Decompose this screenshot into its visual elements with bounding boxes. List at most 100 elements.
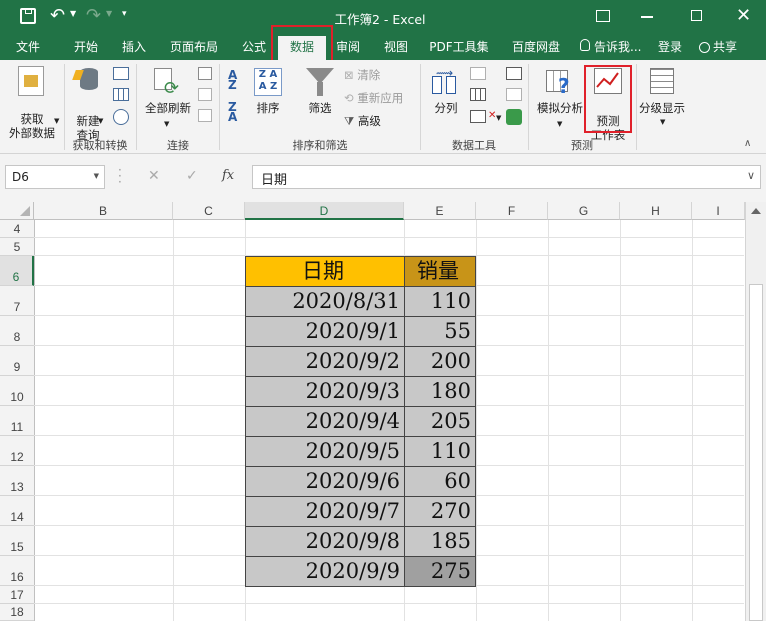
column-header-h[interactable]: H bbox=[620, 202, 692, 220]
new-query-dropdown-icon[interactable]: ▼ bbox=[98, 117, 103, 125]
cell-date[interactable]: 2020/8/31 bbox=[245, 286, 405, 317]
sort-descending-icon[interactable]: ZA bbox=[228, 101, 237, 123]
tab-pdf-tools[interactable]: PDF工具集 bbox=[424, 34, 494, 60]
scroll-thumb[interactable] bbox=[749, 284, 763, 621]
properties-icon[interactable] bbox=[198, 88, 212, 101]
clear-filter-button[interactable]: ⊠ 清除 bbox=[344, 68, 380, 82]
row-header-10[interactable]: 10 bbox=[0, 376, 34, 406]
maximize-icon[interactable] bbox=[691, 10, 702, 21]
recent-sources-icon[interactable] bbox=[113, 109, 129, 125]
redo-icon[interactable]: ↷ bbox=[86, 5, 101, 26]
cell-sales[interactable]: 275 bbox=[404, 556, 476, 587]
sort-button[interactable]: 排序 bbox=[250, 101, 286, 115]
cell-d6-header-date[interactable]: 日期 bbox=[245, 256, 405, 287]
vertical-scrollbar[interactable] bbox=[745, 202, 766, 621]
flash-fill-icon[interactable] bbox=[470, 67, 486, 80]
reapply-button[interactable]: ⟲ 重新应用 bbox=[344, 91, 403, 105]
row-header-7[interactable]: 7 bbox=[0, 286, 34, 316]
remove-duplicates-icon[interactable] bbox=[470, 88, 486, 101]
cell-sales[interactable]: 200 bbox=[404, 346, 476, 377]
what-if-analysis-button[interactable]: 模拟分析 bbox=[532, 101, 588, 115]
formula-input[interactable]: 日期 ∨ bbox=[252, 165, 761, 189]
select-all-corner[interactable] bbox=[0, 202, 34, 220]
column-header-c[interactable]: C bbox=[173, 202, 245, 220]
cell-date[interactable]: 2020/9/2 bbox=[245, 346, 405, 377]
minimize-icon[interactable] bbox=[641, 16, 653, 18]
outline-dropdown-icon[interactable]: ▼ bbox=[660, 118, 665, 126]
row-header-12[interactable]: 12 bbox=[0, 436, 34, 466]
name-box[interactable]: D6 ▼ bbox=[5, 165, 105, 189]
tab-view[interactable]: 视图 bbox=[378, 34, 414, 60]
column-header-e[interactable]: E bbox=[404, 202, 476, 220]
column-header-g[interactable]: G bbox=[548, 202, 620, 220]
filter-button[interactable]: 筛选 bbox=[302, 101, 338, 115]
name-box-dropdown-icon[interactable]: ▼ bbox=[94, 172, 99, 180]
cell-e6-header-sales[interactable]: 销量 bbox=[404, 256, 476, 287]
edit-links-icon[interactable] bbox=[198, 109, 212, 122]
refresh-dropdown-icon[interactable]: ▼ bbox=[164, 120, 169, 128]
cell-date[interactable]: 2020/9/9 bbox=[245, 556, 405, 587]
cell-sales[interactable]: 205 bbox=[404, 406, 476, 437]
row-header-11[interactable]: 11 bbox=[0, 406, 34, 436]
row-header-4[interactable]: 4 bbox=[0, 220, 34, 238]
validation-dropdown-icon[interactable]: ▼ bbox=[496, 114, 501, 122]
row-header-15[interactable]: 15 bbox=[0, 526, 34, 556]
show-queries-icon[interactable] bbox=[113, 67, 129, 80]
what-if-dropdown-icon[interactable]: ▼ bbox=[557, 120, 562, 128]
connections-icon[interactable] bbox=[198, 67, 212, 80]
row-header-17[interactable]: 17 bbox=[0, 586, 34, 604]
ribbon-display-options-icon[interactable] bbox=[596, 10, 610, 22]
cell-sales[interactable]: 270 bbox=[404, 496, 476, 527]
column-header-i[interactable]: I bbox=[692, 202, 745, 220]
advanced-filter-button[interactable]: ⧩ 高级 bbox=[344, 114, 381, 128]
enter-icon[interactable]: ✓ bbox=[186, 168, 198, 184]
close-icon[interactable]: ✕ bbox=[736, 5, 751, 26]
cell-date[interactable]: 2020/9/6 bbox=[245, 466, 405, 497]
cell-sales[interactable]: 55 bbox=[404, 316, 476, 347]
cell-date[interactable]: 2020/9/7 bbox=[245, 496, 405, 527]
undo-dropdown-icon[interactable]: ▼ bbox=[70, 9, 76, 18]
outline-button[interactable]: 分级显示 bbox=[634, 101, 690, 115]
tab-baidu-netdisk[interactable]: 百度网盘 bbox=[504, 34, 568, 60]
cancel-icon[interactable]: ✕ bbox=[148, 168, 160, 184]
row-header-5[interactable]: 5 bbox=[0, 238, 34, 256]
collapse-ribbon-icon[interactable]: ∧ bbox=[744, 138, 751, 149]
refresh-all-button[interactable]: 全部刷新 bbox=[140, 101, 196, 115]
cell-date[interactable]: 2020/9/1 bbox=[245, 316, 405, 347]
row-header-13[interactable]: 13 bbox=[0, 466, 34, 496]
redo-dropdown-icon[interactable]: ▼ bbox=[106, 9, 112, 18]
tab-insert[interactable]: 插入 bbox=[112, 34, 156, 60]
cell-date[interactable]: 2020/9/5 bbox=[245, 436, 405, 467]
row-header-9[interactable]: 9 bbox=[0, 346, 34, 376]
data-model-icon[interactable] bbox=[506, 109, 522, 125]
relationships-icon[interactable] bbox=[506, 88, 522, 101]
column-header-d[interactable]: D bbox=[245, 202, 404, 220]
login-link[interactable]: 登录 bbox=[654, 34, 686, 60]
get-external-data-button[interactable]: 获取 外部数据 bbox=[2, 98, 62, 140]
cell-sales[interactable]: 110 bbox=[404, 286, 476, 317]
tell-me-search[interactable]: 告诉我... bbox=[594, 34, 650, 60]
cell-date[interactable]: 2020/9/3 bbox=[245, 376, 405, 407]
get-external-dropdown-icon[interactable]: ▼ bbox=[54, 117, 59, 125]
cell-date[interactable]: 2020/9/8 bbox=[245, 526, 405, 557]
cell-sales[interactable]: 185 bbox=[404, 526, 476, 557]
sort-ascending-icon[interactable]: AZ bbox=[228, 69, 237, 91]
row-header-8[interactable]: 8 bbox=[0, 316, 34, 346]
cell-sales[interactable]: 60 bbox=[404, 466, 476, 497]
row-header-14[interactable]: 14 bbox=[0, 496, 34, 526]
formula-bar-grip-icon[interactable]: · · · bbox=[118, 164, 122, 188]
tab-review[interactable]: 审阅 bbox=[330, 34, 366, 60]
cell-sales[interactable]: 180 bbox=[404, 376, 476, 407]
expand-formula-bar-icon[interactable]: ∨ bbox=[747, 169, 755, 182]
cell-sales[interactable]: 110 bbox=[404, 436, 476, 467]
data-validation-icon[interactable] bbox=[470, 110, 486, 123]
column-header-f[interactable]: F bbox=[476, 202, 548, 220]
save-icon[interactable] bbox=[20, 8, 36, 24]
text-to-columns-button[interactable]: 分列 bbox=[428, 101, 464, 115]
consolidate-icon[interactable] bbox=[506, 67, 522, 80]
column-header-b[interactable]: B bbox=[34, 202, 173, 220]
row-header-18[interactable]: 18 bbox=[0, 604, 34, 621]
row-header-16[interactable]: 16 bbox=[0, 556, 34, 586]
tab-formulas[interactable]: 公式 bbox=[232, 34, 276, 60]
tab-file[interactable]: 文件 bbox=[8, 34, 48, 60]
